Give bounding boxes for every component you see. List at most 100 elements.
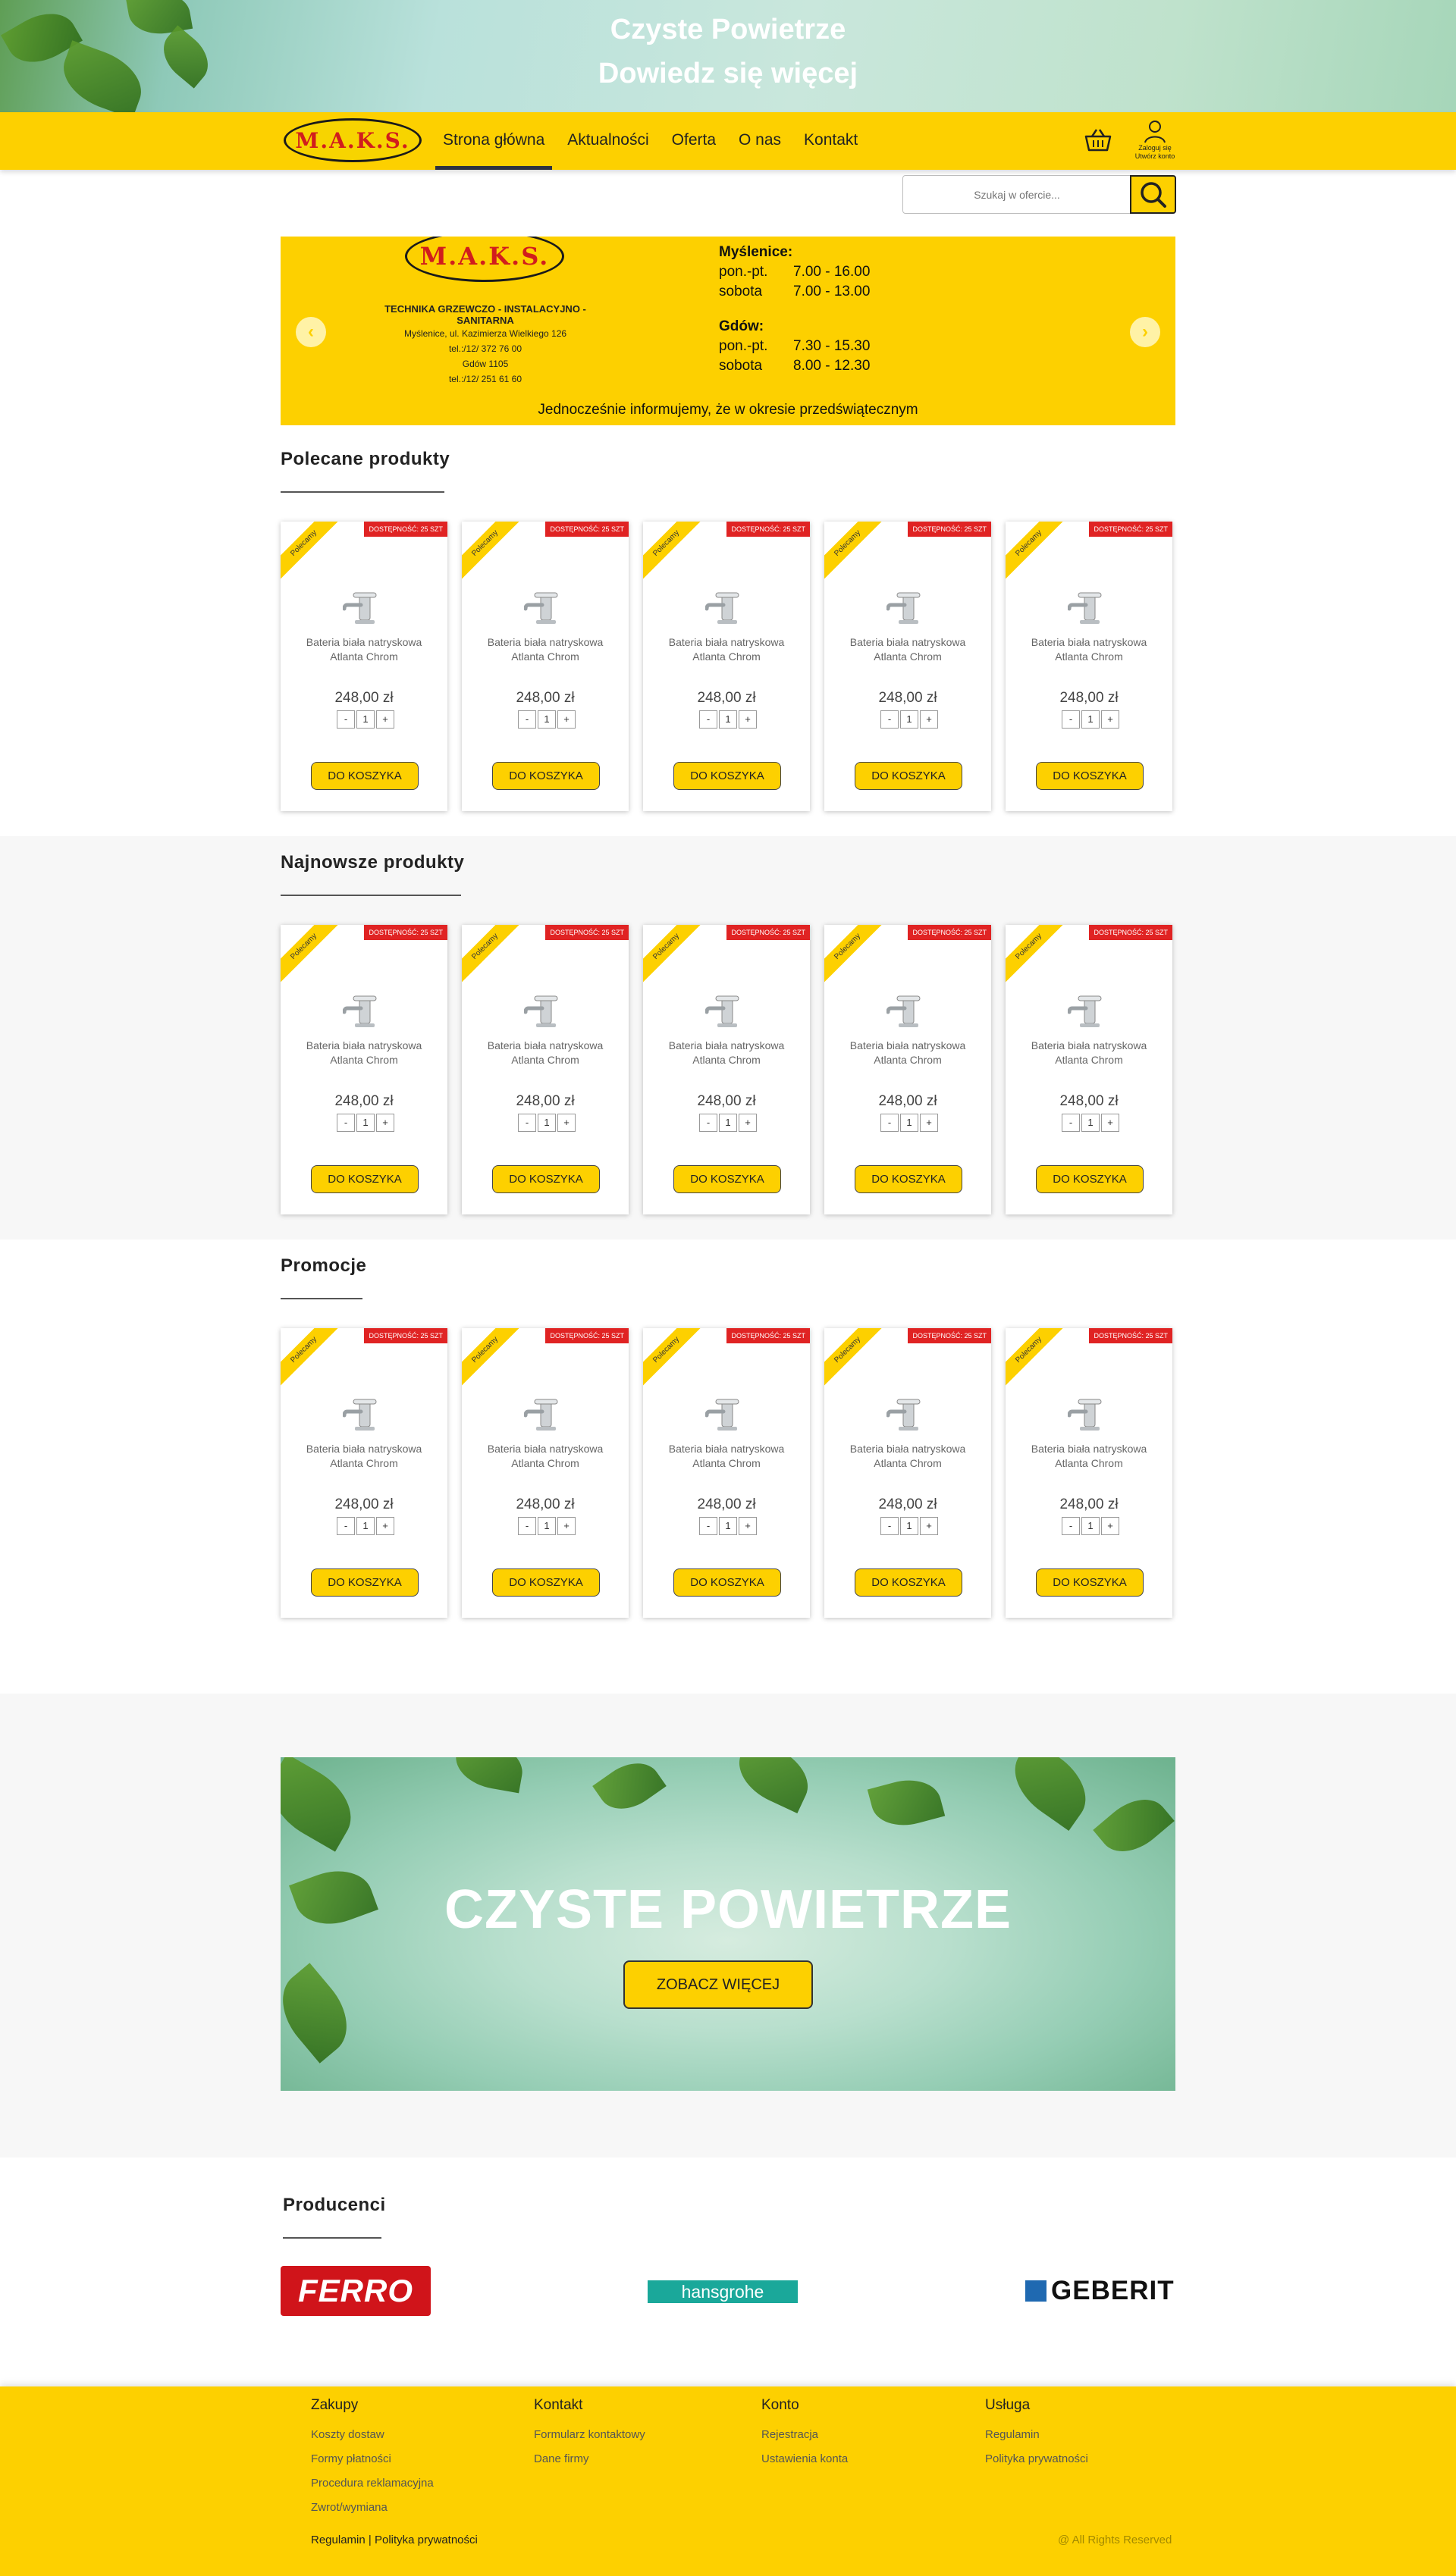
product-card[interactable]: Polecamy DOSTĘPNOŚĆ: 25 SZT Bateria biała …: [643, 522, 810, 811]
product-name[interactable]: Bateria biała natryskowa Atlanta Chrom: [651, 1039, 802, 1067]
qty-minus-button[interactable]: -: [1062, 710, 1080, 729]
qty-minus-button[interactable]: -: [518, 1114, 536, 1132]
product-card[interactable]: Polecamy DOSTĘPNOŚĆ: 25 SZT Bateria biała …: [462, 522, 629, 811]
add-to-cart-button[interactable]: DO KOSZYKA: [492, 762, 600, 790]
qty-plus-button[interactable]: +: [1101, 1114, 1119, 1132]
nav-item-news[interactable]: Aktualności: [560, 112, 656, 170]
add-to-cart-button[interactable]: DO KOSZYKA: [311, 762, 419, 790]
footer-link[interactable]: Regulamin: [985, 2423, 1088, 2447]
qty-input[interactable]: 1: [719, 1114, 737, 1132]
qty-plus-button[interactable]: +: [557, 710, 576, 729]
qty-minus-button[interactable]: -: [337, 710, 355, 729]
nav-item-home[interactable]: Strona główna: [435, 112, 553, 170]
product-name[interactable]: Bateria biała natryskowa Atlanta Chrom: [832, 1039, 984, 1067]
qty-plus-button[interactable]: +: [739, 1517, 757, 1535]
qty-input[interactable]: 1: [538, 1114, 556, 1132]
product-name[interactable]: Bateria biała natryskowa Atlanta Chrom: [832, 1442, 984, 1471]
qty-plus-button[interactable]: +: [557, 1114, 576, 1132]
product-card[interactable]: Polecamy DOSTĘPNOŚĆ: 25 SZT Bateria biała …: [462, 1328, 629, 1618]
qty-plus-button[interactable]: +: [1101, 710, 1119, 729]
basket-icon[interactable]: [1083, 126, 1113, 156]
brand-logo-ferro[interactable]: FERRO: [281, 2266, 431, 2316]
product-card[interactable]: Polecamy DOSTĘPNOŚĆ: 25 SZT Bateria biała …: [1006, 925, 1172, 1214]
qty-input[interactable]: 1: [900, 710, 918, 729]
top-banner-link[interactable]: Dowiedz się więcej: [0, 58, 1456, 90]
product-name[interactable]: Bateria biała natryskowa Atlanta Chrom: [469, 1442, 621, 1471]
footer-link[interactable]: Rejestracja: [761, 2423, 848, 2447]
footer-link[interactable]: Formularz kontaktowy: [534, 2423, 645, 2447]
brand-logo-hansgrohe[interactable]: hansgrohe: [648, 2280, 798, 2303]
footer-link[interactable]: Zwrot/wymiana: [311, 2496, 434, 2520]
register-link[interactable]: Utwórz konto: [1128, 152, 1181, 161]
qty-minus-button[interactable]: -: [518, 710, 536, 729]
product-card[interactable]: Polecamy DOSTĘPNOŚĆ: 25 SZT Bateria biała …: [281, 1328, 447, 1618]
add-to-cart-button[interactable]: DO KOSZYKA: [855, 1568, 962, 1597]
qty-input[interactable]: 1: [1081, 1517, 1100, 1535]
add-to-cart-button[interactable]: DO KOSZYKA: [311, 1165, 419, 1193]
add-to-cart-button[interactable]: DO KOSZYKA: [855, 762, 962, 790]
qty-input[interactable]: 1: [1081, 1114, 1100, 1132]
product-name[interactable]: Bateria biała natryskowa Atlanta Chrom: [288, 635, 440, 664]
product-card[interactable]: Polecamy DOSTĘPNOŚĆ: 25 SZT Bateria biała …: [643, 925, 810, 1214]
login-link[interactable]: Zaloguj się: [1128, 144, 1181, 152]
qty-minus-button[interactable]: -: [699, 1517, 717, 1535]
brand-logo-geberit[interactable]: GEBERIT: [1025, 2276, 1175, 2305]
qty-input[interactable]: 1: [900, 1517, 918, 1535]
footer-link[interactable]: Polityka prywatności: [985, 2447, 1088, 2471]
product-card[interactable]: Polecamy DOSTĘPNOŚĆ: 25 SZT Bateria biała …: [824, 522, 991, 811]
terms-link[interactable]: Regulamin: [311, 2534, 366, 2546]
product-name[interactable]: Bateria biała natryskowa Atlanta Chrom: [288, 1442, 440, 1471]
qty-input[interactable]: 1: [719, 710, 737, 729]
product-name[interactable]: Bateria biała natryskowa Atlanta Chrom: [1013, 635, 1165, 664]
product-card[interactable]: Polecamy DOSTĘPNOŚĆ: 25 SZT Bateria biała …: [462, 925, 629, 1214]
product-name[interactable]: Bateria biała natryskowa Atlanta Chrom: [832, 635, 984, 664]
slider-prev-button[interactable]: ‹: [296, 317, 326, 347]
qty-minus-button[interactable]: -: [880, 1517, 899, 1535]
search-button[interactable]: [1130, 175, 1176, 214]
nav-item-offer[interactable]: Oferta: [664, 112, 723, 170]
privacy-link[interactable]: Polityka prywatności: [375, 2534, 478, 2546]
qty-minus-button[interactable]: -: [880, 710, 899, 729]
product-name[interactable]: Bateria biała natryskowa Atlanta Chrom: [1013, 1442, 1165, 1471]
add-to-cart-button[interactable]: DO KOSZYKA: [492, 1165, 600, 1193]
product-name[interactable]: Bateria biała natryskowa Atlanta Chrom: [651, 1442, 802, 1471]
qty-plus-button[interactable]: +: [557, 1517, 576, 1535]
slider-next-button[interactable]: ›: [1130, 317, 1160, 347]
qty-input[interactable]: 1: [356, 1114, 375, 1132]
nav-item-contact[interactable]: Kontakt: [796, 112, 865, 170]
promo-see-more-button[interactable]: ZOBACZ WIĘCEJ: [623, 1960, 813, 2009]
footer-link[interactable]: Formy płatności: [311, 2447, 434, 2471]
qty-minus-button[interactable]: -: [880, 1114, 899, 1132]
add-to-cart-button[interactable]: DO KOSZYKA: [673, 1568, 781, 1597]
add-to-cart-button[interactable]: DO KOSZYKA: [1036, 1568, 1144, 1597]
qty-minus-button[interactable]: -: [337, 1114, 355, 1132]
footer-link[interactable]: Koszty dostaw: [311, 2423, 434, 2447]
footer-link[interactable]: Procedura reklamacyjna: [311, 2471, 434, 2496]
qty-input[interactable]: 1: [538, 1517, 556, 1535]
qty-plus-button[interactable]: +: [1101, 1517, 1119, 1535]
qty-minus-button[interactable]: -: [518, 1517, 536, 1535]
qty-plus-button[interactable]: +: [920, 1114, 938, 1132]
product-card[interactable]: Polecamy DOSTĘPNOŚĆ: 25 SZT Bateria biała …: [824, 1328, 991, 1618]
product-name[interactable]: Bateria biała natryskowa Atlanta Chrom: [288, 1039, 440, 1067]
product-card[interactable]: Polecamy DOSTĘPNOŚĆ: 25 SZT Bateria biała …: [1006, 522, 1172, 811]
site-logo[interactable]: M.A.K.S.: [284, 118, 422, 162]
qty-plus-button[interactable]: +: [376, 1114, 394, 1132]
qty-minus-button[interactable]: -: [1062, 1517, 1080, 1535]
qty-minus-button[interactable]: -: [337, 1517, 355, 1535]
add-to-cart-button[interactable]: DO KOSZYKA: [311, 1568, 419, 1597]
qty-minus-button[interactable]: -: [699, 1114, 717, 1132]
footer-link[interactable]: Dane firmy: [534, 2447, 645, 2471]
add-to-cart-button[interactable]: DO KOSZYKA: [673, 762, 781, 790]
nav-item-about[interactable]: O nas: [731, 112, 789, 170]
add-to-cart-button[interactable]: DO KOSZYKA: [1036, 1165, 1144, 1193]
product-card[interactable]: Polecamy DOSTĘPNOŚĆ: 25 SZT Bateria biała …: [824, 925, 991, 1214]
product-card[interactable]: Polecamy DOSTĘPNOŚĆ: 25 SZT Bateria biała …: [281, 925, 447, 1214]
product-card[interactable]: Polecamy DOSTĘPNOŚĆ: 25 SZT Bateria biała …: [1006, 1328, 1172, 1618]
product-name[interactable]: Bateria biała natryskowa Atlanta Chrom: [469, 635, 621, 664]
qty-input[interactable]: 1: [356, 1517, 375, 1535]
product-name[interactable]: Bateria biała natryskowa Atlanta Chrom: [651, 635, 802, 664]
qty-plus-button[interactable]: +: [739, 1114, 757, 1132]
add-to-cart-button[interactable]: DO KOSZYKA: [673, 1165, 781, 1193]
qty-minus-button[interactable]: -: [1062, 1114, 1080, 1132]
